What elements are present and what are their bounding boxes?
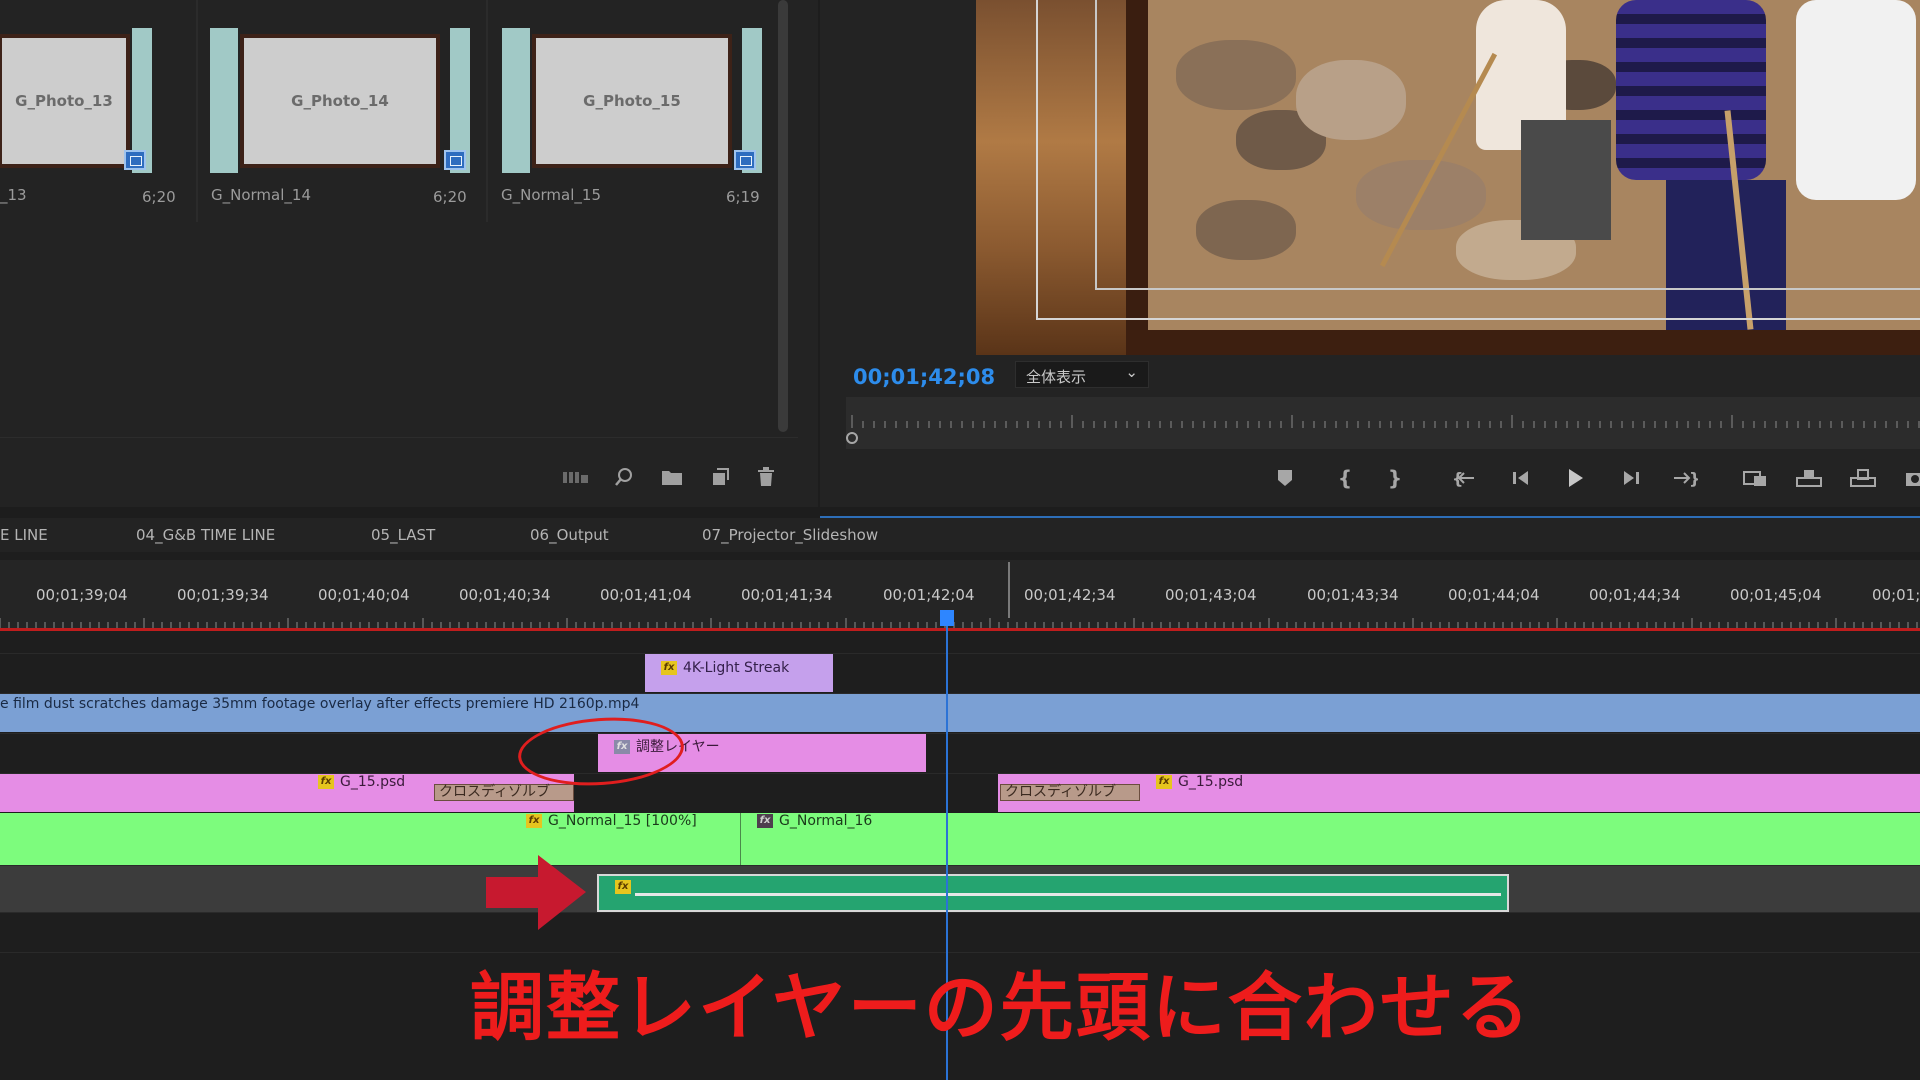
project-item-duration: 6;20 <box>142 188 176 206</box>
add-marker-icon[interactable] <box>1268 461 1302 495</box>
project-item-name: G_Normal_14 <box>211 186 311 204</box>
new-bin-icon[interactable] <box>658 463 686 491</box>
insert-icon[interactable] <box>1738 461 1772 495</box>
track-divider <box>0 733 1920 734</box>
item-divider <box>486 0 488 222</box>
project-thumbnail-2[interactable]: G_Photo_14 <box>210 28 470 173</box>
mark-out-icon[interactable]: } <box>1378 461 1412 495</box>
ruler-divider <box>1008 562 1010 618</box>
clip-label: G_15.psd <box>340 774 406 790</box>
tab-sequence-4[interactable]: 04_G&B TIME LINE <box>136 526 275 544</box>
annotation-arrow-icon <box>486 855 586 930</box>
ruler-timecode: 00;01;39;04 <box>36 586 128 604</box>
monitor-ruler-ticks <box>851 415 1920 428</box>
fx-badge-icon: fx <box>757 814 773 828</box>
play-icon[interactable] <box>1558 461 1592 495</box>
fx-badge-icon: fx <box>615 880 631 894</box>
ruler-timecode: 00;01; <box>1872 586 1920 604</box>
safe-margin-inner <box>1095 0 1920 290</box>
ruler-timecode: 00;01;42;04 <box>883 586 975 604</box>
trash-icon[interactable] <box>752 463 780 491</box>
transition-cross-dissolve-left[interactable]: クロスディゾルブ <box>434 784 574 801</box>
ruler-timecode: 00;01;42;34 <box>1024 586 1116 604</box>
thumbnail-label: G_Photo_15 <box>536 38 728 164</box>
ruler-timecode: 00;01;44;04 <box>1448 586 1540 604</box>
project-item-duration: 6;20 <box>433 188 467 206</box>
playhead-timecode[interactable]: 00;01;42;08 <box>853 365 995 389</box>
timeline-ruler-ticks <box>0 618 1918 628</box>
zoom-level-select[interactable]: 全体表示 <box>1015 361 1149 388</box>
tab-sequence-3[interactable]: E LINE <box>0 526 48 544</box>
ruler-timecode: 00;01;44;34 <box>1589 586 1681 604</box>
annotation-caption: 調整レイヤーの先頭に合わせる <box>470 965 1532 1051</box>
project-item-duration: 6;19 <box>726 188 760 206</box>
clip-film-overlay[interactable]: e film dust scratches damage 35mm footag… <box>0 694 1920 732</box>
render-bar <box>0 628 1920 631</box>
thumbnail-label: G_Photo_14 <box>244 38 436 164</box>
project-panel: G_Photo_13 _13 6;20 G_Photo_14 G_Normal_… <box>0 0 818 507</box>
track-divider <box>0 912 1920 913</box>
freeform-view-icon[interactable] <box>562 463 590 491</box>
go-to-out-icon[interactable]: } <box>1668 461 1702 495</box>
thumbnail-label: G_Photo_13 <box>2 38 126 164</box>
tab-sequence-6[interactable]: 06_Output <box>530 526 609 544</box>
sequence-badge-icon <box>124 150 146 170</box>
sequence-tabs <box>0 518 1920 552</box>
go-to-in-icon[interactable]: { <box>1448 461 1482 495</box>
track-divider <box>0 653 1920 654</box>
clip-light-streak[interactable]: fx 4K-Light Streak <box>645 654 833 692</box>
clip-label: G_Normal_15 [100%] <box>548 813 697 829</box>
ruler-timecode: 00;01;45;04 <box>1730 586 1822 604</box>
clip-label: e film dust scratches damage 35mm footag… <box>0 696 640 712</box>
svg-text:}: } <box>1689 469 1698 487</box>
step-forward-icon[interactable] <box>1614 461 1648 495</box>
ruler-timecode: 00;01;43;04 <box>1165 586 1257 604</box>
export-frame-icon[interactable] <box>1898 461 1920 495</box>
audio-waveform <box>635 893 1501 896</box>
clip-label: G_Normal_16 <box>779 813 873 829</box>
fx-badge-icon: fx <box>318 775 334 789</box>
new-item-icon[interactable] <box>706 463 734 491</box>
monitor-playhead-handle[interactable] <box>846 432 858 444</box>
clip-g-normal-15[interactable]: fx G_Normal_15 [100%] <box>0 813 740 865</box>
fx-badge-icon: fx <box>661 661 677 675</box>
clip-label: 4K-Light Streak <box>683 660 790 676</box>
item-divider <box>196 0 198 222</box>
clip-label: G_15.psd <box>1178 774 1244 790</box>
clip-audio[interactable]: fx <box>597 874 1509 912</box>
clip-g-normal-16[interactable]: fx G_Normal_16 <box>740 813 1920 865</box>
tab-sequence-5[interactable]: 05_LAST <box>371 526 435 544</box>
ruler-timecode: 00;01;40;34 <box>459 586 551 604</box>
transition-cross-dissolve-right[interactable]: クロスディゾルブ <box>1000 784 1140 801</box>
lift-icon[interactable] <box>1792 461 1826 495</box>
project-thumbnail-3[interactable]: G_Photo_15 <box>502 28 762 173</box>
ruler-timecode: 00;01;43;34 <box>1307 586 1399 604</box>
fx-badge-icon: fx <box>526 814 542 828</box>
ruler-timecode: 00;01;41;34 <box>741 586 833 604</box>
project-item-name: _13 <box>0 186 27 204</box>
find-icon[interactable] <box>610 463 638 491</box>
ruler-timecode: 00;01;40;04 <box>318 586 410 604</box>
tab-sequence-7[interactable]: 07_Projector_Slideshow <box>702 526 878 544</box>
fx-badge-icon: fx <box>1156 775 1172 789</box>
step-back-icon[interactable] <box>1504 461 1538 495</box>
ruler-timecode: 00;01;41;04 <box>600 586 692 604</box>
mark-in-icon[interactable]: { <box>1328 461 1362 495</box>
project-scrollbar[interactable] <box>778 0 788 432</box>
sequence-badge-icon <box>444 150 466 170</box>
project-divider <box>0 437 798 438</box>
ruler-timecode: 00;01;39;34 <box>177 586 269 604</box>
timeline-playhead-handle[interactable] <box>940 610 954 626</box>
extract-icon[interactable] <box>1846 461 1880 495</box>
project-item-name: G_Normal_15 <box>501 186 601 204</box>
sequence-badge-icon <box>734 150 756 170</box>
